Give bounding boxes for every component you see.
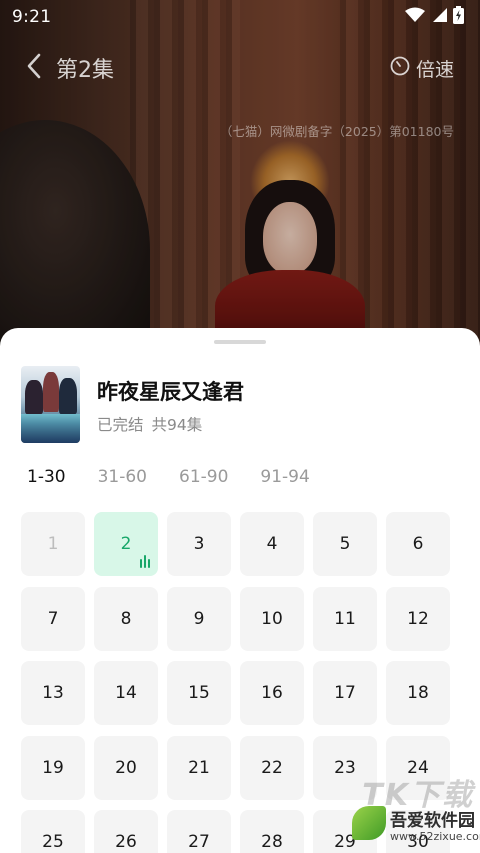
episode-number: 28 bbox=[261, 832, 283, 852]
episode-tile[interactable]: 12 bbox=[386, 586, 450, 651]
episode-tile[interactable]: 22 bbox=[240, 735, 304, 800]
episode-number: 24 bbox=[407, 757, 429, 778]
drama-meta: 已完结 共94集 bbox=[97, 413, 202, 435]
episode-number: 5 bbox=[339, 534, 351, 554]
wifi-icon bbox=[405, 7, 425, 27]
episode-tile[interactable]: 30 bbox=[386, 810, 450, 853]
episode-tile[interactable]: 10 bbox=[240, 586, 304, 651]
episode-tile[interactable]: 8 bbox=[94, 586, 158, 651]
episode-sheet: 昨夜星辰又逢君 已完结 共94集 1-30 31-60 61-90 91-94 … bbox=[0, 328, 480, 853]
episode-tile[interactable]: 16 bbox=[240, 661, 304, 725]
drama-title: 昨夜星辰又逢君 bbox=[97, 380, 244, 404]
episode-number: 6 bbox=[412, 534, 424, 554]
episode-tile[interactable]: 21 bbox=[167, 735, 231, 800]
episode-range-tabs: 1-30 31-60 61-90 91-94 bbox=[27, 467, 342, 487]
episode-number: 1 bbox=[47, 534, 59, 554]
status-icons bbox=[405, 6, 464, 28]
back-chevron-icon[interactable] bbox=[26, 53, 42, 83]
episode-number: 13 bbox=[42, 683, 64, 703]
episode-number: 9 bbox=[193, 608, 205, 629]
episode-number: 15 bbox=[188, 683, 210, 703]
episode-tile[interactable]: 13 bbox=[21, 661, 85, 725]
episode-count: 共94集 bbox=[151, 416, 203, 434]
episode-number: 30 bbox=[407, 832, 429, 852]
episode-tile[interactable]: 24 bbox=[386, 735, 450, 800]
episode-tile[interactable]: 23 bbox=[313, 735, 377, 800]
cellular-signal-icon bbox=[431, 7, 447, 27]
episode-tile[interactable]: 17 bbox=[313, 661, 377, 725]
episode-number: 11 bbox=[334, 608, 356, 629]
episode-number: 25 bbox=[42, 832, 64, 852]
episode-tile[interactable]: 5 bbox=[313, 512, 377, 576]
episode-number: 12 bbox=[407, 608, 429, 629]
episode-number: 14 bbox=[115, 683, 137, 703]
episode-tile[interactable]: 1 bbox=[21, 512, 85, 576]
episode-tile[interactable]: 29 bbox=[313, 810, 377, 853]
episode-tile[interactable]: 28 bbox=[240, 810, 304, 853]
episode-number: 26 bbox=[115, 832, 137, 852]
episode-number: 3 bbox=[193, 534, 205, 554]
episode-tile[interactable]: 7 bbox=[21, 586, 85, 651]
episode-tile[interactable]: 6 bbox=[386, 512, 450, 576]
episode-grid: 1 2 3 4 5 6 7 8 9 10 11 12 13 14 15 16 17 18 19 20 21 22 23 24 2… bbox=[21, 512, 461, 853]
episode-tile-current[interactable]: 2 bbox=[94, 512, 158, 576]
episode-tile[interactable]: 26 bbox=[94, 810, 158, 853]
speed-gauge-icon bbox=[390, 56, 410, 81]
now-playing-icon bbox=[140, 555, 150, 568]
episode-number: 18 bbox=[407, 683, 429, 703]
episode-tile[interactable]: 19 bbox=[21, 735, 85, 800]
episode-number: 22 bbox=[261, 757, 283, 778]
episode-number: 27 bbox=[188, 832, 210, 852]
episode-title: 第2集 bbox=[56, 58, 114, 83]
episode-number: 23 bbox=[334, 757, 356, 778]
tab-range-31-60[interactable]: 31-60 bbox=[98, 467, 147, 487]
back-area: 第2集 bbox=[26, 52, 114, 84]
player-top-bar: 第2集 倍速 bbox=[0, 48, 480, 88]
status-bar: 9:21 bbox=[0, 0, 480, 34]
episode-tile[interactable]: 3 bbox=[167, 512, 231, 576]
episode-number: 20 bbox=[115, 757, 137, 778]
episode-tile[interactable]: 18 bbox=[386, 661, 450, 725]
episode-tile[interactable]: 11 bbox=[313, 586, 377, 651]
episode-number: 29 bbox=[334, 832, 356, 852]
speed-button[interactable]: 倍速 bbox=[390, 55, 454, 82]
tab-range-61-90[interactable]: 61-90 bbox=[179, 467, 228, 487]
status-time: 9:21 bbox=[12, 7, 52, 27]
tab-range-1-30[interactable]: 1-30 bbox=[27, 467, 66, 487]
episode-tile[interactable]: 14 bbox=[94, 661, 158, 725]
tab-range-91-94[interactable]: 91-94 bbox=[260, 467, 309, 487]
episode-number: 19 bbox=[42, 757, 64, 778]
drama-status: 已完结 bbox=[97, 416, 144, 434]
episode-number: 10 bbox=[261, 608, 283, 629]
episode-tile[interactable]: 4 bbox=[240, 512, 304, 576]
episode-tile[interactable]: 27 bbox=[167, 810, 231, 853]
license-number: （七猫）网微剧备字（2025）第01180号 bbox=[219, 124, 454, 139]
episode-number: 16 bbox=[261, 683, 283, 703]
episode-tile[interactable]: 20 bbox=[94, 735, 158, 800]
episode-tile[interactable]: 25 bbox=[21, 810, 85, 853]
episode-tile[interactable]: 9 bbox=[167, 586, 231, 651]
screen: 9:21 第2集 倍速 （七猫）网微剧备字（2025）第01180号 昨夜星辰又… bbox=[0, 0, 480, 853]
sheet-drag-handle[interactable] bbox=[214, 340, 266, 344]
episode-number: 7 bbox=[47, 608, 59, 629]
episode-number: 21 bbox=[188, 757, 210, 778]
video-player[interactable]: 9:21 第2集 倍速 （七猫）网微剧备字（2025）第01180号 bbox=[0, 0, 480, 345]
battery-charging-icon bbox=[453, 6, 464, 28]
episode-tile[interactable]: 15 bbox=[167, 661, 231, 725]
drama-poster bbox=[21, 366, 80, 443]
speed-label: 倍速 bbox=[415, 58, 454, 81]
episode-number: 2 bbox=[120, 534, 132, 554]
episode-number: 4 bbox=[266, 534, 278, 554]
episode-number: 8 bbox=[120, 608, 132, 629]
episode-number: 17 bbox=[334, 683, 356, 703]
